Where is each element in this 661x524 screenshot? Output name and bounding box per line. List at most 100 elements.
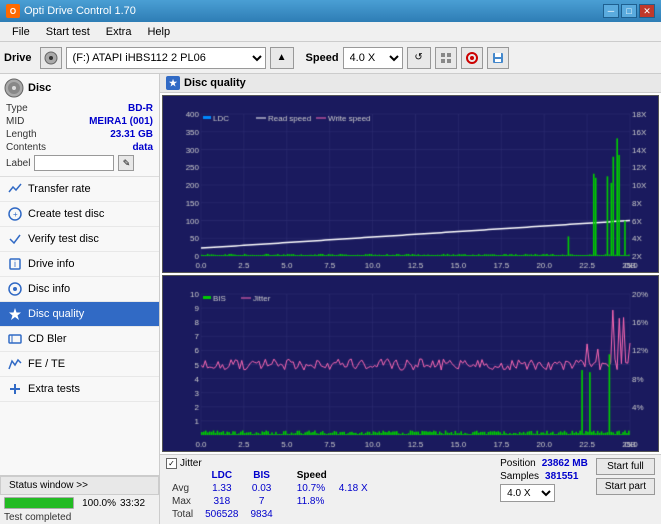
bis-chart <box>162 275 659 452</box>
maximize-button[interactable]: □ <box>621 4 637 18</box>
verify-test-disc-icon <box>8 232 22 246</box>
col-bis: BIS <box>245 469 279 482</box>
speed-select[interactable]: 4.0 X <box>343 47 403 69</box>
main-layout: Disc Type BD-R MID MEIRA1 (001) Length 2… <box>0 74 661 524</box>
nav-label-disc-info: Disc info <box>28 283 70 295</box>
position-row: Position 23862 MB <box>500 458 588 469</box>
avg-ldc: 1.33 <box>199 482 244 495</box>
label-edit-btn[interactable]: ✎ <box>118 155 134 171</box>
ldc-canvas <box>163 96 658 272</box>
drive-icon-btn[interactable] <box>40 47 62 69</box>
progress-bar-fill <box>5 498 73 508</box>
menu-extra[interactable]: Extra <box>98 24 140 40</box>
samples-label: Samples <box>500 471 539 482</box>
nav-transfer-rate[interactable]: Transfer rate <box>0 177 159 202</box>
nav-label-disc-quality: Disc quality <box>28 308 84 320</box>
length-label: Length <box>6 129 37 140</box>
minimize-button[interactable]: ─ <box>603 4 619 18</box>
nav-create-test-disc[interactable]: + Create test disc <box>0 202 159 227</box>
nav-disc-info[interactable]: Disc info <box>0 277 159 302</box>
samples-row: Samples 381551 <box>500 471 588 482</box>
progress-row: 100.0% 33:32 <box>0 495 159 511</box>
total-ldc: 506528 <box>199 508 244 521</box>
stats-area: ✓ Jitter LDC BIS Speed Avg 1.33 <box>160 454 661 524</box>
right-stats: Position 23862 MB Samples 381551 4.0 X <box>500 458 588 502</box>
jitter-label: Jitter <box>180 458 202 469</box>
nav-items: Transfer rate + Create test disc Verify … <box>0 177 159 475</box>
close-button[interactable]: ✕ <box>639 4 655 18</box>
max-label: Max <box>166 495 199 508</box>
nav-fe-te[interactable]: FE / TE <box>0 352 159 377</box>
type-value: BD-R <box>128 103 153 114</box>
mid-label: MID <box>6 116 24 127</box>
total-label: Total <box>166 508 199 521</box>
menu-file[interactable]: File <box>4 24 38 40</box>
label-label: Label <box>6 158 30 169</box>
menu-start-test[interactable]: Start test <box>38 24 98 40</box>
menu-bar: File Start test Extra Help <box>0 22 661 42</box>
avg-jitter: 10.7% <box>291 482 333 495</box>
ldc-chart <box>162 95 659 273</box>
start-full-button[interactable]: Start full <box>596 458 655 475</box>
transfer-rate-icon <box>8 182 22 196</box>
save-button[interactable] <box>487 47 509 69</box>
max-bis: 7 <box>245 495 279 508</box>
disc-section: Disc Type BD-R MID MEIRA1 (001) Length 2… <box>0 74 159 177</box>
drive-label: Drive <box>4 52 32 64</box>
app-icon: O <box>6 4 20 18</box>
stats-table: ✓ Jitter LDC BIS Speed Avg 1.33 <box>166 458 492 521</box>
refresh-button[interactable]: ↺ <box>407 47 431 69</box>
nav-label-drive-info: Drive info <box>28 258 74 270</box>
app-title: Opti Drive Control 1.70 <box>24 5 136 17</box>
start-part-button[interactable]: Start part <box>596 478 655 495</box>
speed-dropdown-row: 4.0 X <box>500 484 588 502</box>
cd-bler-icon <box>8 332 22 346</box>
nav-disc-quality[interactable]: Disc quality <box>0 302 159 327</box>
disc-type-row: Type BD-R <box>4 102 155 115</box>
eject-button[interactable]: ▲ <box>270 47 294 69</box>
bis-canvas <box>163 276 658 451</box>
action-buttons: Start full Start part <box>596 458 655 495</box>
create-test-disc-icon: + <box>8 207 22 221</box>
disc-contents-row: Contents data <box>4 141 155 154</box>
title-bar: O Opti Drive Control 1.70 ─ □ ✕ <box>0 0 661 22</box>
config-button[interactable] <box>435 47 457 69</box>
extra-tests-icon <box>8 382 22 396</box>
svg-text:i: i <box>14 259 16 269</box>
nav-label-cd-bler: CD Bler <box>28 333 67 345</box>
media-button[interactable] <box>461 47 483 69</box>
col-ldc: LDC <box>199 469 244 482</box>
drive-toolbar: Drive (F:) ATAPI iHBS112 2 PL06 ▲ Speed … <box>0 42 661 74</box>
disc-icon <box>4 78 24 98</box>
label-input[interactable] <box>34 155 114 171</box>
type-label: Type <box>6 103 28 114</box>
disc-length-row: Length 23.31 GB <box>4 128 155 141</box>
mid-value: MEIRA1 (001) <box>89 116 153 127</box>
samples-value: 381551 <box>545 471 578 482</box>
time-text: 33:32 <box>120 498 155 509</box>
nav-extra-tests[interactable]: Extra tests <box>0 377 159 402</box>
nav-drive-info[interactable]: i Drive info <box>0 252 159 277</box>
left-panel: Disc Type BD-R MID MEIRA1 (001) Length 2… <box>0 74 160 524</box>
disc-mid-row: MID MEIRA1 (001) <box>4 115 155 128</box>
nav-label-create-test-disc: Create test disc <box>28 208 104 220</box>
nav-cd-bler[interactable]: CD Bler <box>0 327 159 352</box>
disc-quality-icon <box>8 307 22 321</box>
nav-verify-test-disc[interactable]: Verify test disc <box>0 227 159 252</box>
disc-label-row: Label ✎ <box>4 154 155 172</box>
speed-label: Speed <box>306 52 339 64</box>
drive-select[interactable]: (F:) ATAPI iHBS112 2 PL06 <box>66 47 266 69</box>
progress-bar <box>4 497 74 509</box>
avg-label: Avg <box>166 482 199 495</box>
nav-label-verify-test-disc: Verify test disc <box>28 233 99 245</box>
menu-help[interactable]: Help <box>139 24 178 40</box>
position-label: Position <box>500 458 536 469</box>
jitter-checkbox[interactable]: ✓ <box>166 458 177 469</box>
chart-header: ★ Disc quality <box>160 74 661 93</box>
length-value: 23.31 GB <box>110 129 153 140</box>
speed-dropdown[interactable]: 4.0 X <box>500 484 555 502</box>
col-speed: Speed <box>291 469 333 482</box>
status-window-btn[interactable]: Status window >> <box>0 476 159 495</box>
max-jitter: 11.8% <box>291 495 333 508</box>
total-bis: 9834 <box>245 508 279 521</box>
